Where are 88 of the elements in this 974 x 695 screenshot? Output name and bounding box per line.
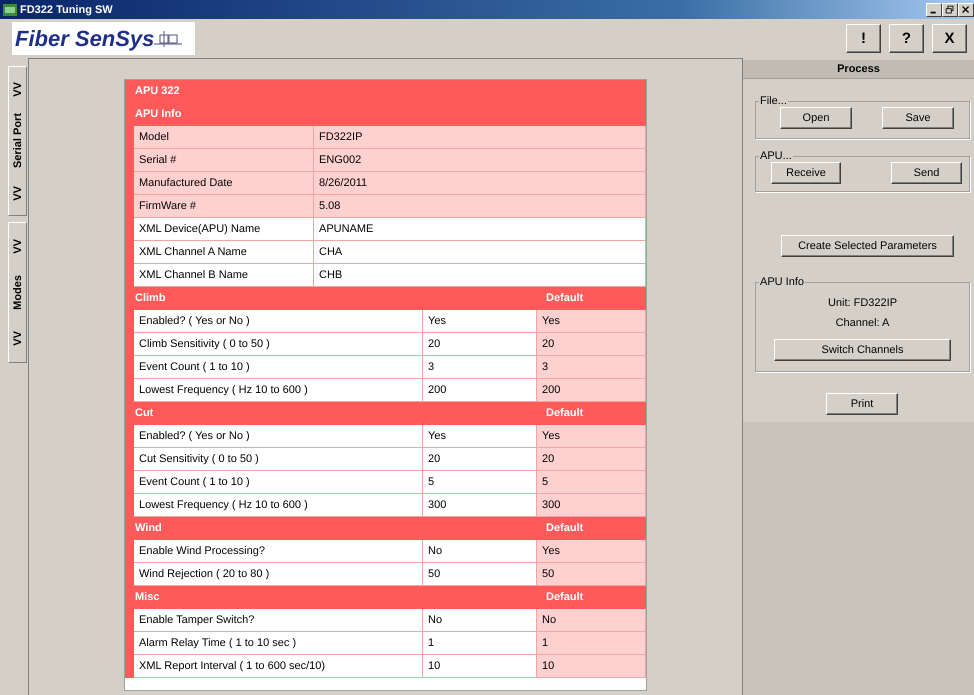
group-label: APU... xyxy=(759,150,793,162)
input-field[interactable]: CHA xyxy=(314,241,646,264)
action-button[interactable]: Send xyxy=(891,162,962,184)
table-cell: 20 xyxy=(537,333,646,356)
table-cell: 50 xyxy=(537,563,646,586)
input-field[interactable]: No xyxy=(423,609,537,632)
app-icon xyxy=(3,4,17,16)
section-heading: Climb xyxy=(135,291,166,306)
table-cell: 3 xyxy=(537,356,646,379)
table-cell: FD322IP xyxy=(314,126,646,149)
table-cell: Lowest Frequency ( Hz 10 to 600 ) xyxy=(134,379,423,402)
column-heading: Default xyxy=(546,291,584,306)
table-cell: Yes xyxy=(537,540,646,563)
side-tab[interactable]: VV Modes VV xyxy=(8,222,27,363)
section-heading: Cut xyxy=(135,406,154,421)
minimize-icon[interactable] xyxy=(926,2,942,16)
window-title: FD322 Tuning SW xyxy=(20,4,114,16)
toolbar-button[interactable]: ? xyxy=(889,24,924,53)
panel-header: Process xyxy=(743,60,974,79)
table-cell: 10 xyxy=(537,655,646,678)
action-button[interactable]: Switch Channels xyxy=(774,339,951,361)
table-cell: FirmWare # xyxy=(134,195,314,218)
print-button[interactable]: Print xyxy=(826,393,898,415)
input-field[interactable]: CHB xyxy=(314,264,646,287)
input-field[interactable]: No xyxy=(423,540,537,563)
input-field[interactable]: 1 xyxy=(423,632,537,655)
logo-text: Fiber SenSys xyxy=(15,26,154,52)
table-cell: XML Channel A Name xyxy=(134,241,314,264)
table-cell: Enabled? ( Yes or No ) xyxy=(134,425,423,448)
action-button[interactable]: Receive xyxy=(771,162,841,184)
table-cell: XML Channel B Name xyxy=(134,264,314,287)
input-field[interactable]: 20 xyxy=(423,333,537,356)
column-heading: Default xyxy=(546,521,584,536)
group-label: APU Info xyxy=(759,276,806,288)
input-field[interactable]: APUNAME xyxy=(314,218,646,241)
column-heading: Default xyxy=(546,406,584,421)
action-button[interactable]: Open xyxy=(780,107,852,129)
input-field[interactable]: 200 xyxy=(423,379,537,402)
section-heading: Wind xyxy=(135,521,162,536)
table-cell: 300 xyxy=(537,494,646,517)
table-cell: Yes xyxy=(537,310,646,333)
table-cell: Enable Tamper Switch? xyxy=(134,609,423,632)
table-cell: 1 xyxy=(537,632,646,655)
section-heading: APU Info xyxy=(134,107,182,122)
action-button[interactable]: Create Selected Parameters xyxy=(781,235,954,257)
table-cell: Climb Sensitivity ( 0 to 50 ) xyxy=(134,333,423,356)
table-cell: 20 xyxy=(537,448,646,471)
logo-mark-icon xyxy=(154,28,182,48)
input-field[interactable]: 300 xyxy=(423,494,537,517)
table-cell: Lowest Frequency ( Hz 10 to 600 ) xyxy=(134,494,423,517)
channel-label: Channel: A xyxy=(836,316,890,331)
close-icon[interactable] xyxy=(958,2,974,16)
group-label: File... xyxy=(759,95,788,107)
sheet-title: APU 322 xyxy=(134,84,181,99)
input-field[interactable]: 3 xyxy=(423,356,537,379)
toolbar-button[interactable]: X xyxy=(932,24,967,53)
table-cell: Enable Wind Processing? xyxy=(134,540,423,563)
column-heading: Default xyxy=(546,590,584,605)
table-cell: XML Report Interval ( 1 to 600 sec/10) xyxy=(134,655,423,678)
input-field[interactable]: Yes xyxy=(423,425,537,448)
table-cell: Alarm Relay Time ( 1 to 10 sec ) xyxy=(134,632,423,655)
table-cell: Model xyxy=(134,126,314,149)
toolbar-button[interactable]: ! xyxy=(846,24,881,53)
input-field[interactable]: 20 xyxy=(423,448,537,471)
table-cell: ENG002 xyxy=(314,149,646,172)
side-tab[interactable]: VV Serial Port VV xyxy=(8,66,27,216)
table-cell: 200 xyxy=(537,379,646,402)
action-button[interactable]: Save xyxy=(882,107,954,129)
table-cell: Serial # xyxy=(134,149,314,172)
table-cell: Event Count ( 1 to 10 ) xyxy=(134,471,423,494)
input-field[interactable]: Yes xyxy=(423,310,537,333)
table-cell: 8/26/2011 xyxy=(314,172,646,195)
input-field[interactable]: 5 xyxy=(423,471,537,494)
input-field[interactable]: 10 xyxy=(423,655,537,678)
input-field[interactable]: 50 xyxy=(423,563,537,586)
table-cell: Cut Sensitivity ( 0 to 50 ) xyxy=(134,448,423,471)
table-cell: Wind Rejection ( 20 to 80 ) xyxy=(134,563,423,586)
restore-icon[interactable] xyxy=(942,2,958,16)
table-cell: Enabled? ( Yes or No ) xyxy=(134,310,423,333)
table-cell: 5 xyxy=(537,471,646,494)
table-cell: XML Device(APU) Name xyxy=(134,218,314,241)
table-cell: Yes xyxy=(537,425,646,448)
unit-label: Unit: FD322IP xyxy=(828,296,898,311)
table-cell: Manufactured Date xyxy=(134,172,314,195)
table-cell: 5.08 xyxy=(314,195,646,218)
table-cell: Event Count ( 1 to 10 ) xyxy=(134,356,423,379)
table-cell: No xyxy=(537,609,646,632)
section-heading: Misc xyxy=(135,590,160,605)
